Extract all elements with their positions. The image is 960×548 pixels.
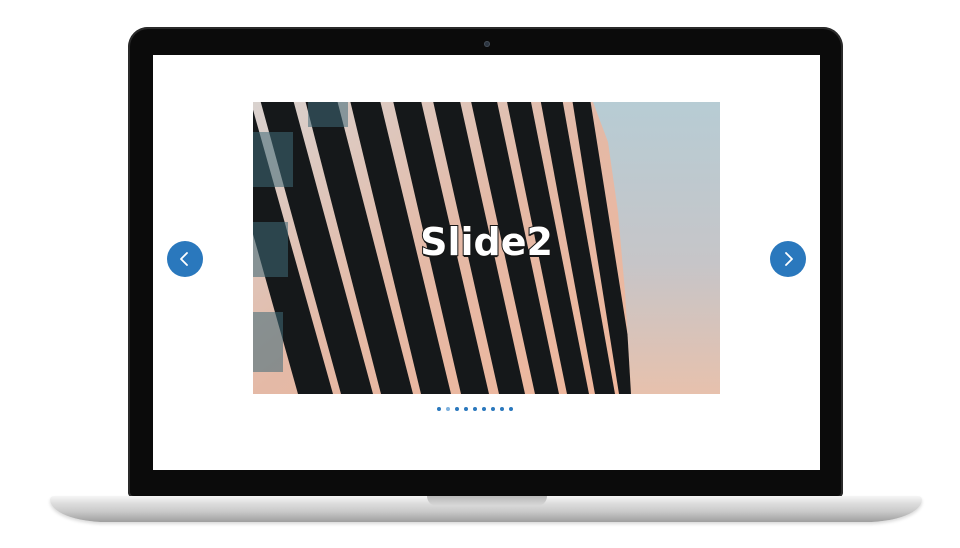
laptop-screen: Slide2: [153, 55, 820, 470]
slide-dot-4[interactable]: [464, 407, 468, 411]
slide-dot-8[interactable]: [500, 407, 504, 411]
slide-dot-3[interactable]: [455, 407, 459, 411]
chevron-left-icon: [180, 252, 188, 266]
laptop-mockup: Slide2: [0, 0, 960, 548]
laptop-base-notch: [427, 496, 547, 506]
webcam-icon: [484, 41, 490, 47]
chevron-right-icon: [785, 252, 793, 266]
slide-dot-1[interactable]: [437, 407, 441, 411]
slide-dot-9[interactable]: [509, 407, 513, 411]
slide-dot-7[interactable]: [491, 407, 495, 411]
slide-title: Slide2: [419, 219, 554, 265]
next-slide-button[interactable]: [770, 241, 806, 277]
previous-slide-button[interactable]: [167, 241, 203, 277]
slide-dot-6[interactable]: [482, 407, 486, 411]
slide-dot-2[interactable]: [446, 407, 450, 411]
slide-image: Slide2: [253, 102, 720, 394]
slide-dot-5[interactable]: [473, 407, 477, 411]
slide-pagination: [437, 407, 513, 411]
